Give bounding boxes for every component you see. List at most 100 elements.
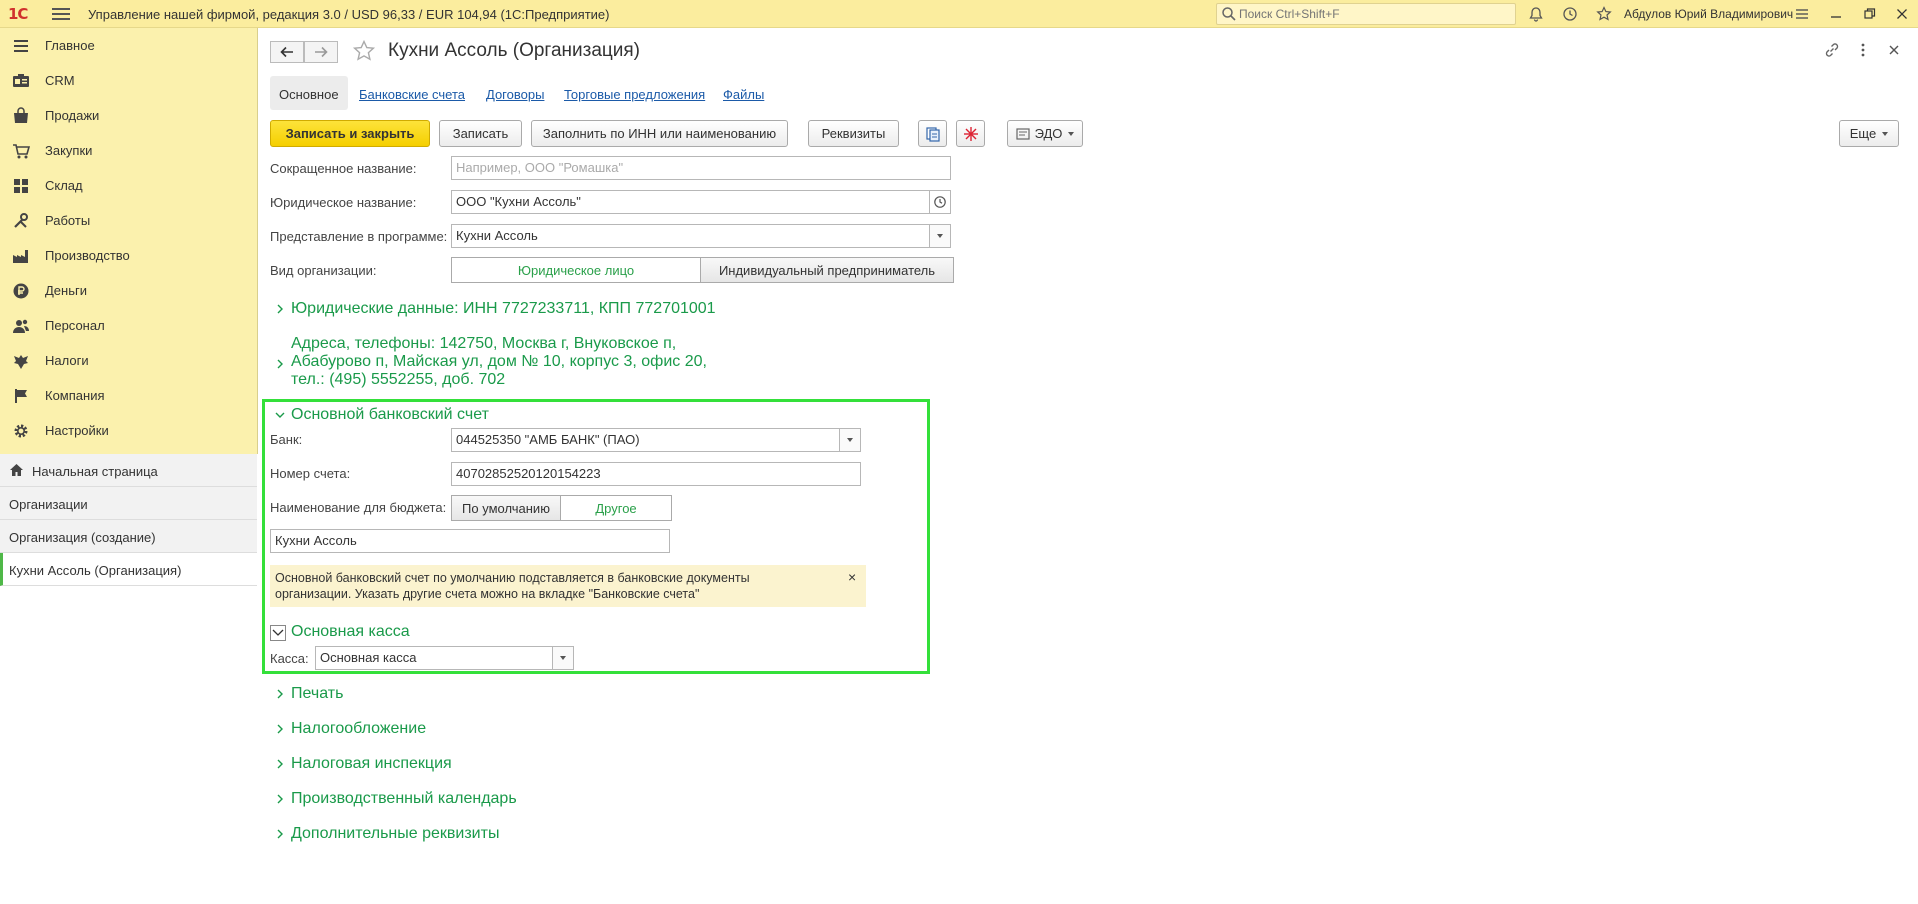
open-window-current[interactable]: Кухни Ассоль (Организация) (0, 553, 257, 586)
sidebar-item-label: Персонал (45, 318, 105, 333)
close-form-icon[interactable] (1884, 40, 1904, 60)
short-name-input[interactable]: Например, ООО "Ромашка" (451, 156, 951, 180)
sidebar-item-production[interactable]: Производство (0, 238, 257, 273)
sidebar-item-company[interactable]: Компания (0, 378, 257, 413)
purchases-icon (13, 144, 30, 159)
org-type-label: Вид организации: (270, 263, 377, 278)
group-tax-inspection[interactable]: Налоговая инспекция (291, 755, 452, 773)
open-window-label: Кухни Ассоль (Организация) (9, 563, 182, 578)
sidebar-item-settings[interactable]: Настройки (0, 413, 257, 448)
minimize-icon[interactable] (1826, 4, 1846, 24)
more-button[interactable]: Еще (1839, 120, 1899, 147)
group-addresses[interactable]: Адреса, телефоны: 142750, Москва г, Внук… (291, 335, 711, 389)
forward-button[interactable] (304, 41, 338, 63)
sidebar-item-main[interactable]: Главное (0, 28, 257, 63)
org-type-entrepreneur[interactable]: Индивидуальный предприниматель (700, 257, 954, 283)
chevron-down-icon (1882, 131, 1889, 136)
search-input[interactable] (1239, 6, 1509, 22)
factory-icon (13, 250, 28, 263)
sidebar-item-taxes[interactable]: Налоги (0, 343, 257, 378)
search-icon (1222, 7, 1236, 21)
arrow-right-icon (315, 46, 328, 58)
chevron-down-icon (1068, 131, 1075, 136)
history-clock-icon (934, 196, 946, 208)
menu-lines-icon (14, 40, 28, 52)
restore-window-icon[interactable] (1860, 4, 1880, 24)
org-type-legal-entity[interactable]: Юридическое лицо (451, 257, 701, 283)
sidebar-item-purchases[interactable]: Закупки (0, 133, 257, 168)
settings-lines-icon[interactable] (1792, 4, 1812, 24)
sidebar-item-label: CRM (45, 73, 75, 88)
favorites-star-icon[interactable] (1594, 4, 1614, 24)
link-icon[interactable] (1822, 40, 1842, 60)
document-copy-icon (925, 126, 940, 142)
sidebar-item-label: Работы (45, 213, 91, 228)
tab-files[interactable]: Файлы (723, 76, 764, 110)
group-legal-data[interactable]: Юридические данные: ИНН 7727233711, КПП … (291, 300, 716, 318)
favorite-star-icon[interactable] (352, 39, 376, 63)
edo-dropdown-button[interactable]: ЭДО (1007, 120, 1083, 147)
sales-bag-icon (14, 107, 28, 123)
open-window-label: Организации (9, 497, 88, 512)
chevron-right-icon (277, 829, 283, 839)
app-header-bar: 1С Управление нашей фирмой, редакция 3.0… (0, 0, 1918, 28)
page-title: Кухни Ассоль (Организация) (388, 40, 641, 61)
legal-name-history-button[interactable] (929, 190, 951, 214)
history-icon[interactable] (1560, 4, 1580, 24)
legal-name-input[interactable]: ООО "Кухни Ассоль" (451, 190, 931, 214)
open-window-organizations[interactable]: Организации (0, 487, 257, 520)
display-name-select[interactable]: Кухни Ассоль (451, 224, 951, 248)
current-user[interactable]: Абдулов Юрий Владимирович (1624, 7, 1793, 21)
warehouse-grid-icon (14, 179, 28, 193)
save-close-button[interactable]: Записать и закрыть (270, 120, 430, 147)
ruble-coin-icon (13, 283, 29, 299)
sidebar-item-label: Деньги (45, 283, 87, 298)
eagle-icon (14, 355, 28, 369)
tab-bank-accounts[interactable]: Банковские счета (359, 76, 465, 110)
back-button[interactable] (270, 41, 304, 63)
sidebar-item-label: Производство (45, 248, 130, 263)
tab-contracts[interactable]: Договоры (486, 76, 544, 110)
sidebar-item-warehouse[interactable]: Склад (0, 168, 257, 203)
document-button[interactable] (918, 120, 947, 147)
sidebar-item-label: Склад (45, 178, 83, 193)
more-vertical-icon[interactable] (1853, 40, 1873, 60)
fill-by-inn-button[interactable]: Заполнить по ИНН или наименованию (531, 120, 788, 147)
highlight-frame (262, 399, 930, 674)
save-button[interactable]: Записать (439, 120, 522, 147)
sidebar-item-crm[interactable]: CRM (0, 63, 257, 98)
sidebar-item-label: Настройки (45, 423, 109, 438)
sidebar-item-label: Продажи (45, 108, 100, 123)
group-print[interactable]: Печать (291, 685, 343, 703)
close-app-icon[interactable] (1892, 4, 1912, 24)
people-icon (13, 319, 29, 333)
sidebar-item-money[interactable]: Деньги (0, 273, 257, 308)
legal-name-label: Юридическое название: (270, 195, 417, 210)
open-window-label: Организация (создание) (9, 530, 156, 545)
group-taxation[interactable]: Налогообложение (291, 720, 426, 738)
global-search[interactable] (1216, 3, 1516, 25)
crm-icon (13, 74, 29, 87)
edo-label: ЭДО (1034, 126, 1063, 141)
group-production-calendar[interactable]: Производственный календарь (291, 790, 517, 808)
details-button[interactable]: Реквизиты (808, 120, 899, 147)
group-additional-details[interactable]: Дополнительные реквизиты (291, 825, 499, 843)
edo-icon (1015, 127, 1030, 140)
open-window-home[interactable]: Начальная страница (0, 454, 257, 487)
tab-main[interactable]: Основное (270, 76, 348, 110)
sidebar-item-works[interactable]: Работы (0, 203, 257, 238)
sidebar-item-staff[interactable]: Персонал (0, 308, 257, 343)
chevron-right-icon (277, 359, 283, 369)
structure-button[interactable] (956, 120, 985, 147)
chevron-right-icon (277, 759, 283, 769)
main-menu-icon[interactable] (52, 6, 70, 22)
open-windows-panel: Начальная страница Организации Организац… (0, 454, 258, 904)
tab-trade-offers[interactable]: Торговые предложения (564, 76, 705, 110)
chevron-right-icon (277, 794, 283, 804)
sidebar-item-label: Налоги (45, 353, 89, 368)
display-name-dropdown[interactable] (929, 225, 950, 247)
sidebar-item-sales[interactable]: Продажи (0, 98, 257, 133)
notifications-bell-icon[interactable] (1526, 4, 1546, 24)
sidebar-item-label: Закупки (45, 143, 93, 158)
open-window-org-create[interactable]: Организация (создание) (0, 520, 257, 553)
